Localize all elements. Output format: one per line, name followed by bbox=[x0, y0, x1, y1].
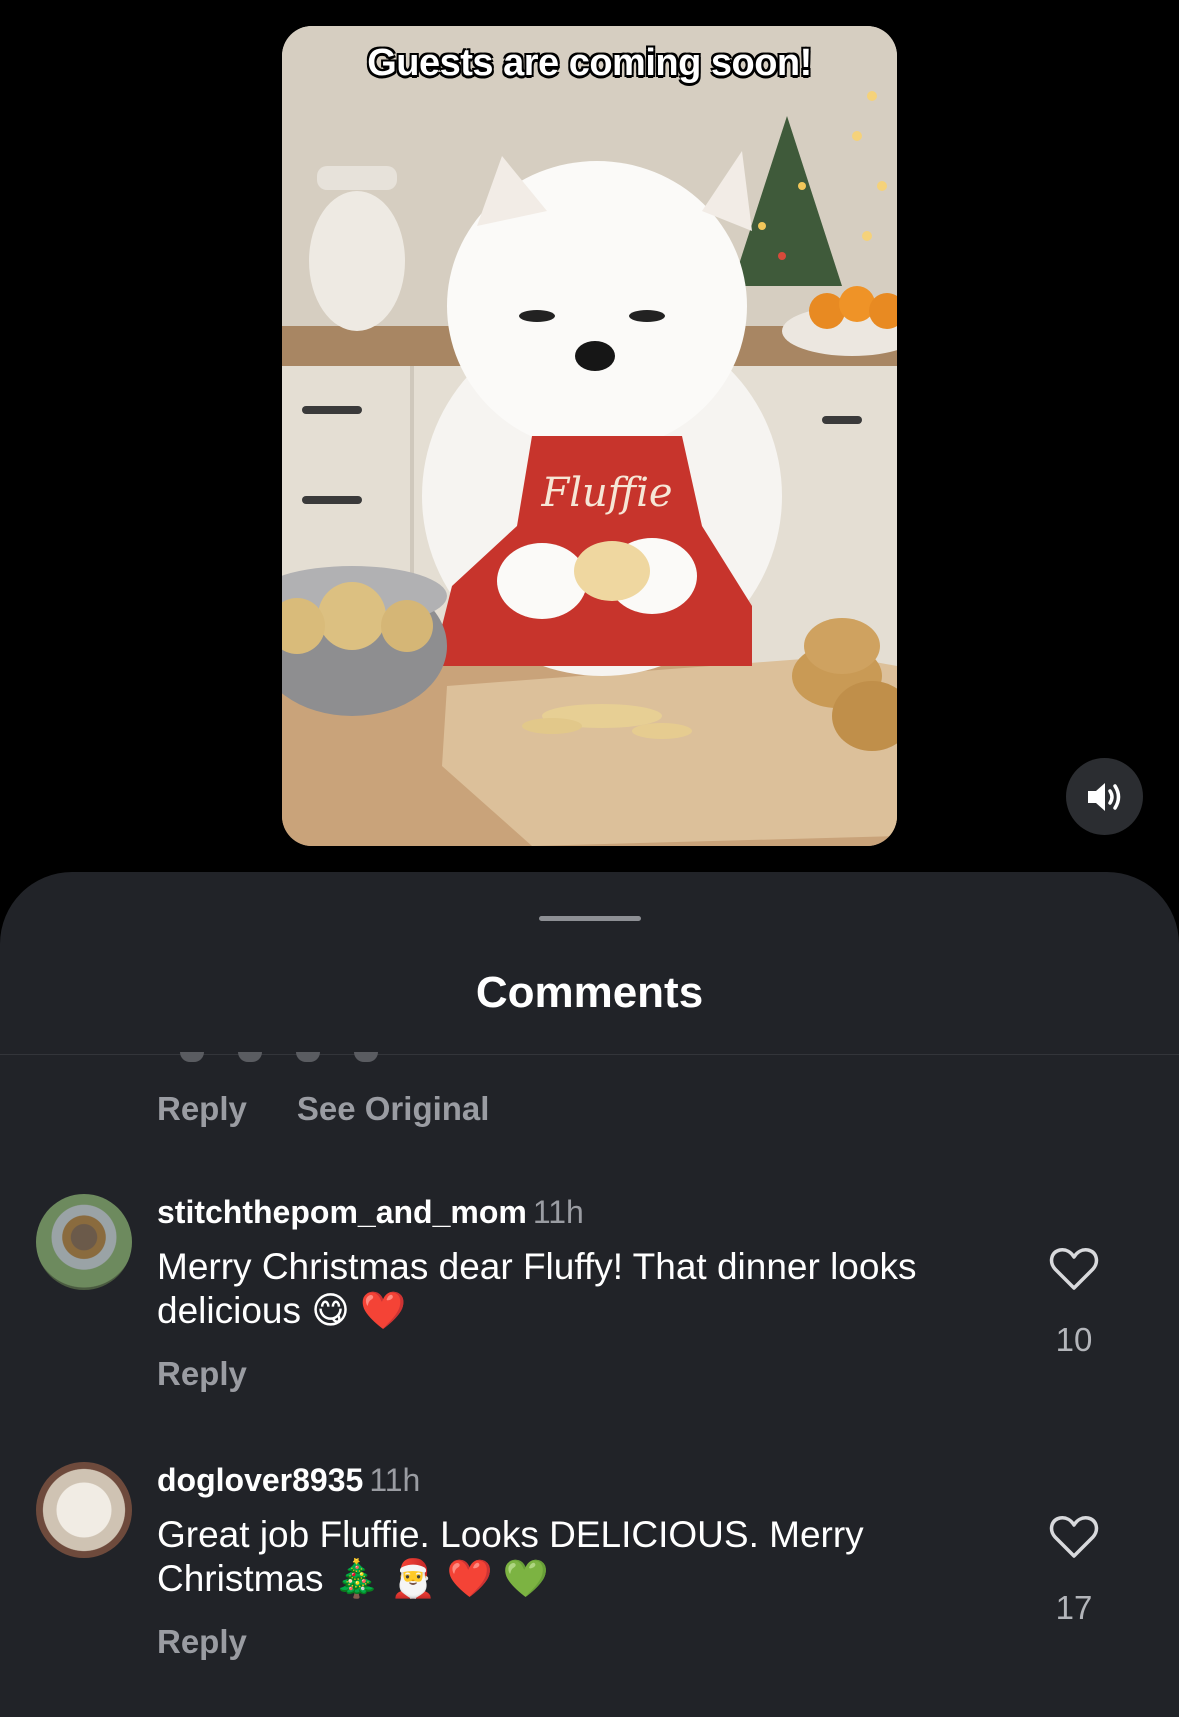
reply-button[interactable]: Reply bbox=[157, 1355, 999, 1393]
heart-icon bbox=[1049, 1516, 1099, 1558]
username[interactable]: stitchthepom_and_mom bbox=[157, 1194, 527, 1230]
video-player[interactable]: Fluffie Guests are coming soon! bbox=[282, 26, 897, 846]
comment-time: 11h bbox=[532, 1194, 584, 1230]
drag-handle[interactable] bbox=[539, 916, 641, 921]
reply-button[interactable]: Reply bbox=[157, 1623, 999, 1661]
speaker-icon bbox=[1087, 782, 1120, 811]
apron-label: Fluffie bbox=[540, 470, 672, 516]
like-button[interactable]: 10 bbox=[1039, 1246, 1109, 1359]
reply-button[interactable]: Reply bbox=[157, 1090, 247, 1128]
username[interactable]: doglover8935 bbox=[157, 1462, 363, 1498]
avatar[interactable] bbox=[36, 1194, 132, 1290]
like-count: 17 bbox=[1055, 1589, 1093, 1626]
comment-text: Merry Christmas dear Fluffy! That dinner… bbox=[157, 1246, 917, 1331]
comment-text: Great job Fluffie. Looks DELICIOUS. Merr… bbox=[157, 1514, 864, 1599]
comments-sheet: Comments Reply See Original stitchthepom… bbox=[0, 872, 1179, 1717]
truncated-emoji-row bbox=[180, 1052, 378, 1062]
divider bbox=[0, 1054, 1179, 1055]
like-count: 10 bbox=[1055, 1321, 1093, 1358]
comment-time: 11h bbox=[369, 1462, 421, 1498]
video-caption: Guests are coming soon! bbox=[367, 42, 812, 84]
avatar[interactable] bbox=[36, 1462, 132, 1558]
heart-icon bbox=[1049, 1248, 1099, 1290]
previous-comment-actions: Reply See Original bbox=[157, 1090, 489, 1128]
sheet-title: Comments bbox=[475, 968, 704, 1017]
video-frame-image: Fluffie bbox=[282, 26, 897, 846]
comment-header: stitchthepom_and_mom 11h bbox=[157, 1194, 999, 1231]
comment-header: doglover8935 11h bbox=[157, 1462, 999, 1499]
see-original-button[interactable]: See Original bbox=[297, 1090, 490, 1128]
sound-toggle-button[interactable] bbox=[1066, 758, 1143, 835]
like-button[interactable]: 17 bbox=[1039, 1514, 1109, 1627]
